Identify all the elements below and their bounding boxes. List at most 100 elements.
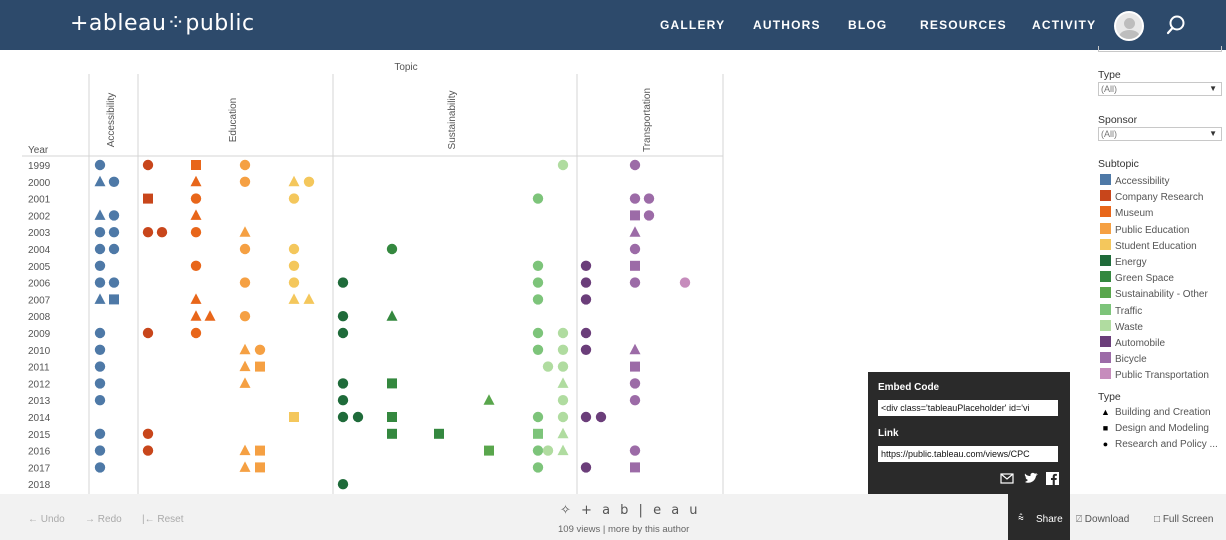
chart-mark-triangle[interactable] <box>204 310 216 321</box>
embed-code-field[interactable]: <div class='tableauPlaceholder' id='vi <box>878 400 1058 416</box>
chart-mark-square[interactable] <box>533 428 543 439</box>
chart-mark-circle[interactable] <box>557 395 569 406</box>
undo-button[interactable]: ← Undo <box>28 514 65 525</box>
chart-mark-circle[interactable] <box>532 344 544 355</box>
reset-button[interactable]: |← Reset <box>142 514 184 525</box>
share-button[interactable]: ⩯ Share <box>1008 494 1070 540</box>
chart-mark-circle[interactable] <box>629 445 641 456</box>
nav-gallery[interactable]: GALLERY <box>660 18 725 32</box>
chart-mark-circle[interactable] <box>352 411 364 423</box>
chart-mark-square[interactable] <box>630 361 640 372</box>
legend-item-subtopic[interactable]: Automobile <box>1100 336 1165 349</box>
chart-mark-triangle[interactable] <box>239 343 251 355</box>
chart-mark-triangle[interactable] <box>239 360 251 372</box>
legend-item-subtopic[interactable]: Accessibility <box>1100 174 1169 187</box>
chart-mark-circle[interactable] <box>580 411 592 423</box>
chart-mark-triangle[interactable] <box>303 293 315 304</box>
download-button[interactable]: ⍁ Download <box>1076 514 1129 525</box>
chart-mark-circle[interactable] <box>108 176 120 187</box>
chart-mark-square[interactable] <box>255 462 265 473</box>
chart-mark-triangle[interactable] <box>94 293 106 304</box>
chart-mark-circle[interactable] <box>629 378 641 389</box>
chart-mark-square[interactable] <box>484 445 494 456</box>
twitter-share-icon[interactable] <box>1024 472 1039 485</box>
chart-mark-circle[interactable] <box>542 445 554 456</box>
chart-mark-triangle[interactable] <box>557 427 569 439</box>
nav-activity[interactable]: ACTIVITY <box>1032 18 1096 32</box>
chart-mark-circle[interactable] <box>142 159 154 171</box>
chart-mark-circle[interactable] <box>108 277 120 288</box>
chart-mark-circle[interactable] <box>94 462 106 473</box>
redo-button[interactable]: → Redo <box>85 514 122 525</box>
chart-mark-circle[interactable] <box>629 243 641 255</box>
legend-item-subtopic[interactable]: Museum <box>1100 206 1153 219</box>
chart-mark-triangle[interactable] <box>629 343 641 355</box>
chart-mark-circle[interactable] <box>643 193 655 204</box>
chart-mark-square[interactable] <box>434 428 444 439</box>
chart-mark-square[interactable] <box>630 462 640 473</box>
chart-mark-circle[interactable] <box>142 227 154 238</box>
chart-mark-circle[interactable] <box>142 428 154 439</box>
chart-mark-circle[interactable] <box>532 411 544 423</box>
chart-mark-circle[interactable] <box>254 344 266 355</box>
legend-item-subtopic[interactable]: Public Education <box>1100 222 1190 236</box>
chart-mark-circle[interactable] <box>337 277 349 288</box>
legend-item-type[interactable]: ■ Design and Modeling <box>1100 423 1209 434</box>
chart-mark-circle[interactable] <box>557 361 569 372</box>
chart-mark-circle[interactable] <box>108 210 120 221</box>
legend-item-type[interactable]: ● Research and Policy ... <box>1100 439 1218 450</box>
chart-mark-circle[interactable] <box>156 227 168 238</box>
chart-mark-circle[interactable] <box>532 277 544 288</box>
chart-mark-circle[interactable] <box>643 210 655 221</box>
chart-mark-circle[interactable] <box>629 159 641 171</box>
chart-mark-circle[interactable] <box>94 395 106 406</box>
nav-resources[interactable]: RESOURCES <box>920 18 1007 32</box>
tableau-brand-logo[interactable]: ✧ + a b | e a u <box>560 503 701 518</box>
chart-mark-circle[interactable] <box>94 378 106 389</box>
chart-mark-square[interactable] <box>630 210 640 221</box>
chart-mark-circle[interactable] <box>629 395 641 406</box>
chart-mark-circle[interactable] <box>337 311 349 322</box>
chart-mark-circle[interactable] <box>190 193 202 204</box>
chart-mark-triangle[interactable] <box>190 293 202 304</box>
chart-mark-circle[interactable] <box>557 411 569 423</box>
nav-authors[interactable]: AUTHORS <box>753 18 821 32</box>
chart-mark-circle[interactable] <box>542 361 554 372</box>
chart-mark-circle[interactable] <box>190 227 202 238</box>
user-avatar[interactable] <box>1114 11 1144 41</box>
chart-mark-triangle[interactable] <box>557 444 569 456</box>
chart-mark-circle[interactable] <box>94 227 106 238</box>
chart-mark-circle[interactable] <box>288 193 300 204</box>
chart-mark-circle[interactable] <box>580 277 592 288</box>
chart-mark-circle[interactable] <box>532 260 544 271</box>
chart-mark-circle[interactable] <box>288 260 300 271</box>
chart-mark-circle[interactable] <box>532 294 544 305</box>
legend-item-subtopic[interactable]: Traffic <box>1100 303 1142 317</box>
chart-mark-circle[interactable] <box>337 327 349 339</box>
chart-mark-circle[interactable] <box>239 243 251 255</box>
chart-mark-triangle[interactable] <box>288 175 300 187</box>
chart-mark-circle[interactable] <box>94 428 106 439</box>
chart-mark-square[interactable] <box>143 193 153 204</box>
chart-mark-circle[interactable] <box>190 327 202 339</box>
chart-mark-circle[interactable] <box>94 260 106 271</box>
chart-mark-circle[interactable] <box>239 176 251 187</box>
chart-mark-circle[interactable] <box>239 277 251 288</box>
chart-mark-circle[interactable] <box>629 193 641 204</box>
chart-mark-circle[interactable] <box>532 462 544 473</box>
chart-mark-triangle[interactable] <box>239 444 251 456</box>
legend-item-subtopic[interactable]: Green Space <box>1100 271 1174 284</box>
chart-mark-circle[interactable] <box>595 411 607 423</box>
chart-mark-square[interactable] <box>191 160 201 170</box>
chart-mark-circle[interactable] <box>557 344 569 355</box>
legend-item-subtopic[interactable]: Company Research <box>1100 190 1203 203</box>
chart-mark-square[interactable] <box>387 378 397 389</box>
tableau-public-logo[interactable]: +ableau⁘public <box>70 11 255 36</box>
chart-mark-square[interactable] <box>630 260 640 271</box>
chart-mark-circle[interactable] <box>288 277 300 288</box>
chart-mark-triangle[interactable] <box>239 461 251 472</box>
legend-item-subtopic[interactable]: Waste <box>1100 319 1143 333</box>
chart-mark-square[interactable] <box>289 412 299 422</box>
email-share-icon[interactable] <box>1000 472 1016 486</box>
chart-mark-circle[interactable] <box>94 277 106 288</box>
